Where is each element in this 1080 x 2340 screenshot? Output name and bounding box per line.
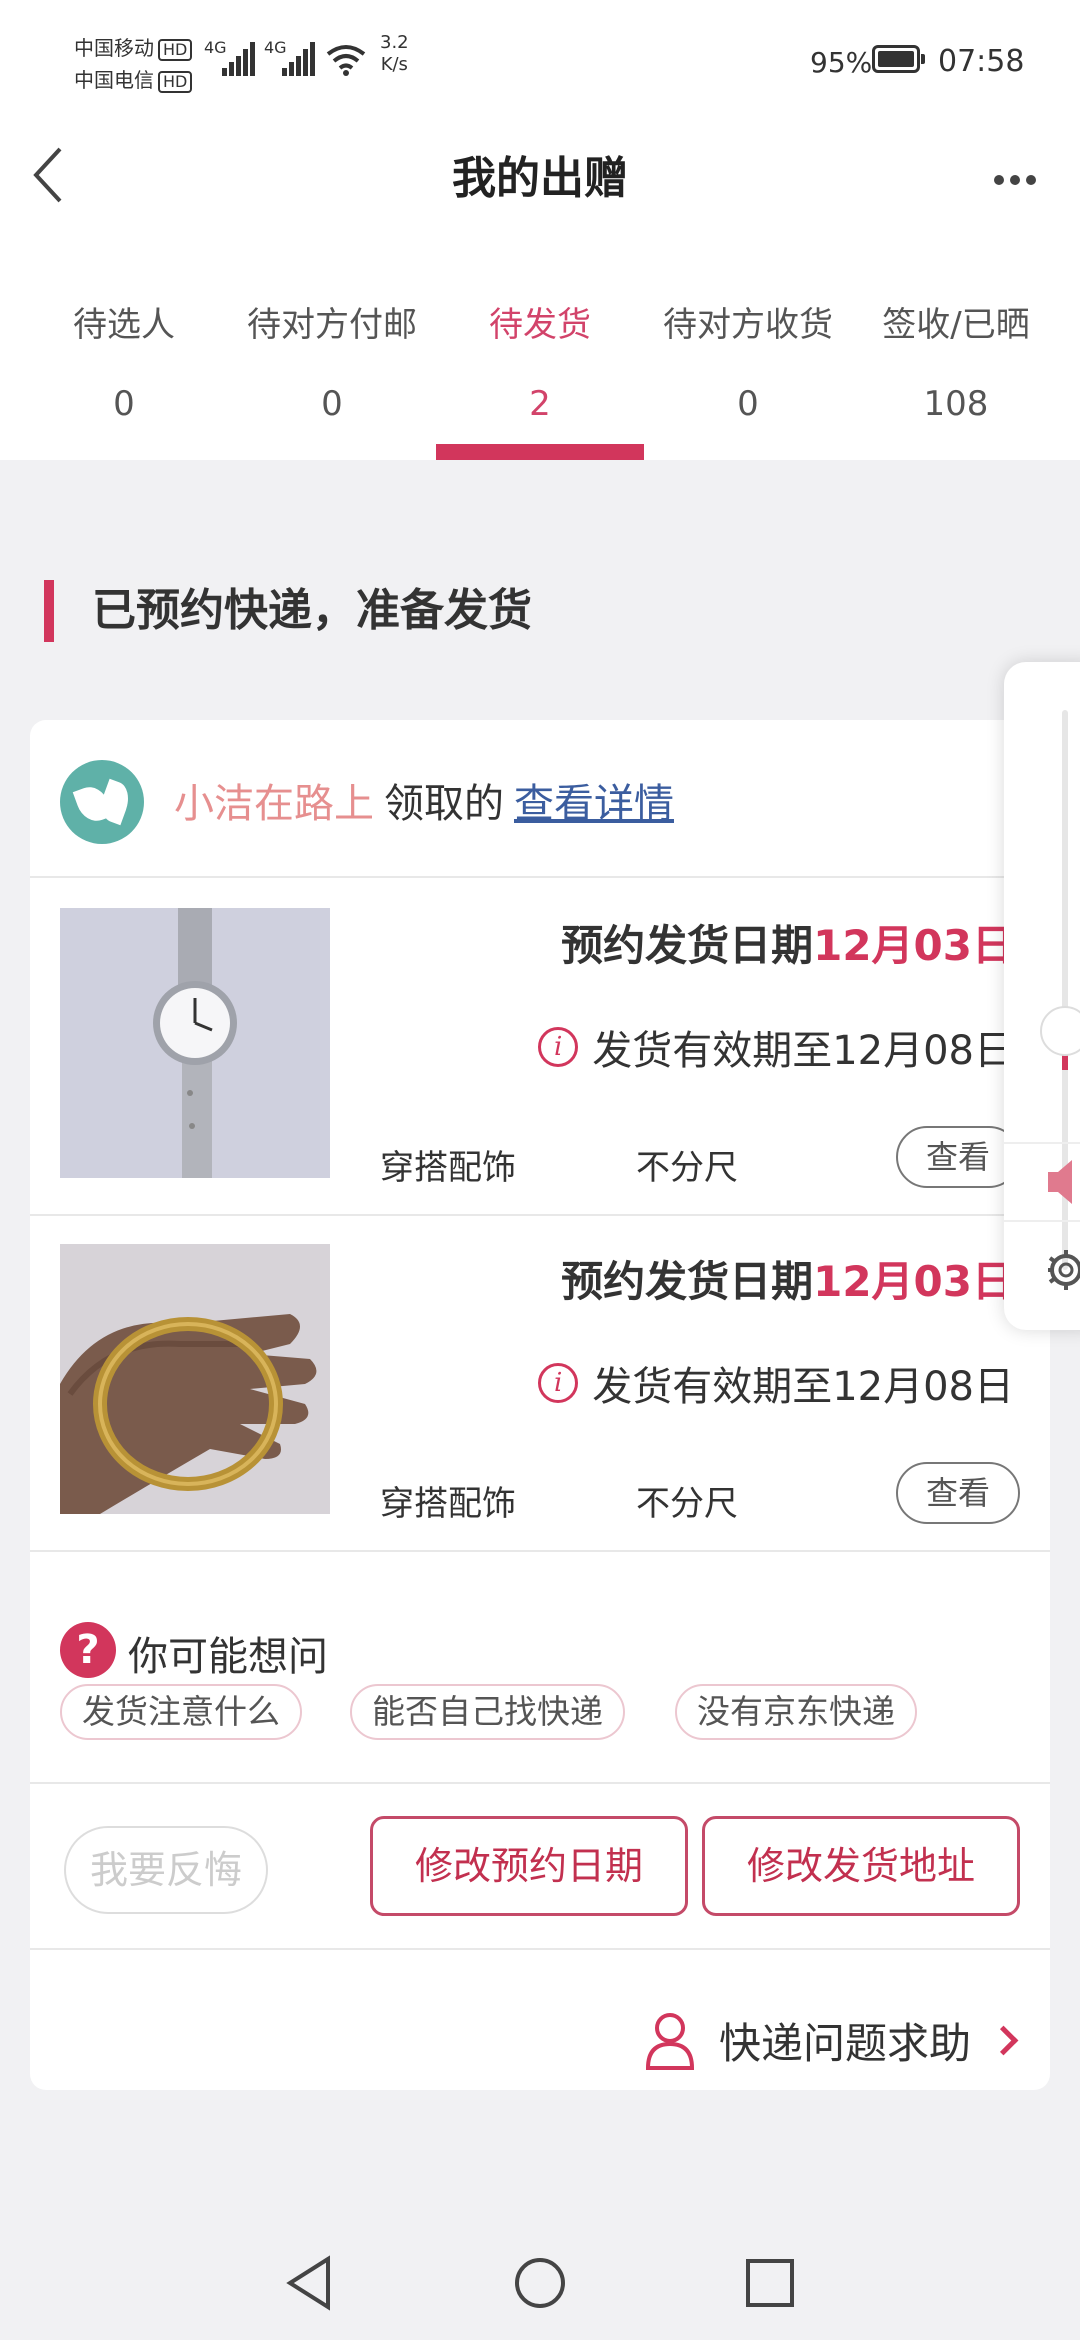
list-item[interactable]: 预约发货日期12月03日 i 发货有效期至12月08日 穿搭配饰 不分尺 查看 bbox=[30, 878, 1050, 1214]
section-title: 已预约快递，准备发货 bbox=[44, 580, 532, 642]
battery-percent: 95% bbox=[810, 46, 873, 79]
item-category: 穿搭配饰 bbox=[380, 1484, 516, 1524]
faq-section: ? 你可能想问 发货注意什么 能否自己找快递 没有京东快递 bbox=[30, 1552, 1050, 1800]
carrier-1: 中国移动 HD bbox=[74, 32, 193, 61]
person-icon bbox=[645, 2012, 694, 2070]
item-category: 穿搭配饰 bbox=[380, 1148, 516, 1188]
expiry-row: i 发货有效期至12月08日 bbox=[538, 1354, 1014, 1412]
faq-chip[interactable]: 没有京东快递 bbox=[675, 1684, 917, 1740]
avatar[interactable] bbox=[60, 760, 144, 844]
tab-pending-receive[interactable]: 待对方收货 0 bbox=[648, 300, 848, 424]
help-row[interactable]: 快递问题求助 bbox=[30, 1950, 1050, 2090]
wristwatch-photo bbox=[60, 908, 330, 1178]
recents-nav-icon[interactable] bbox=[744, 2257, 796, 2309]
giver-name[interactable]: 小洁在路上 bbox=[174, 781, 374, 827]
action-bar: 我要反悔 修改预约日期 修改发货地址 bbox=[30, 1784, 1050, 1944]
gold-bangle-photo bbox=[60, 1244, 330, 1514]
change-address-button[interactable]: 修改发货地址 bbox=[702, 1816, 1020, 1916]
clock: 07:58 bbox=[938, 44, 1025, 79]
view-button[interactable]: 查看 bbox=[896, 1126, 1020, 1188]
info-icon: i bbox=[538, 1363, 579, 1403]
tab-received[interactable]: 签收/已晒 108 bbox=[856, 300, 1056, 424]
gear-icon[interactable] bbox=[1040, 1240, 1080, 1300]
item-size: 不分尺 bbox=[636, 1148, 738, 1188]
signal-icon bbox=[282, 40, 316, 76]
faq-title: 你可能想问 bbox=[128, 1634, 328, 1680]
expiry-row: i 发货有效期至12月08日 bbox=[538, 1018, 1014, 1076]
tab-pending-postage[interactable]: 待对方付邮 0 bbox=[232, 300, 432, 424]
help-label: 快递问题求助 bbox=[718, 2019, 971, 2068]
order-card: 小洁在路上 领取的 查看详情 预约发货日期12月03日 i 发货有效期至12月08日 … bbox=[30, 720, 1050, 2090]
tab-pending-select[interactable]: 待选人 0 bbox=[24, 300, 224, 424]
faq-chip[interactable]: 能否自己找快递 bbox=[350, 1684, 625, 1740]
pickup-date: 预约发货日期12月03日 bbox=[561, 1257, 1014, 1306]
volume-panel[interactable] bbox=[1004, 662, 1080, 1330]
question-icon: ? bbox=[60, 1622, 116, 1678]
carrier-2: 中国电信 HD bbox=[74, 64, 193, 93]
change-date-button[interactable]: 修改预约日期 bbox=[370, 1816, 688, 1916]
faq-chip[interactable]: 发货注意什么 bbox=[60, 1684, 302, 1740]
volume-slider-knob[interactable] bbox=[1040, 1006, 1080, 1056]
divider bbox=[1004, 1220, 1080, 1222]
tab-pending-ship[interactable]: 待发货 2 bbox=[440, 300, 640, 424]
active-tab-indicator bbox=[436, 444, 644, 460]
giver-row: 小洁在路上 领取的 查看详情 bbox=[174, 781, 674, 827]
view-button[interactable]: 查看 bbox=[896, 1462, 1020, 1524]
back-nav-icon[interactable] bbox=[284, 2255, 334, 2311]
view-details-link[interactable]: 查看详情 bbox=[514, 781, 674, 827]
signal-icon bbox=[222, 40, 256, 76]
status-bar: 中国移动 HD 中国电信 HD 4G 4G 3.2 K/s 95% 07:58 bbox=[0, 0, 1080, 125]
chevron-right-icon bbox=[988, 2025, 1019, 2056]
navigation-bar bbox=[0, 2225, 1080, 2340]
home-nav-icon[interactable] bbox=[512, 2255, 568, 2311]
battery-icon bbox=[872, 45, 925, 73]
speaker-icon[interactable] bbox=[1042, 1142, 1080, 1222]
pickup-date: 预约发货日期12月03日 bbox=[561, 921, 1014, 970]
item-size: 不分尺 bbox=[636, 1484, 738, 1524]
list-item[interactable]: 预约发货日期12月03日 i 发货有效期至12月08日 穿搭配饰 不分尺 查看 bbox=[30, 1214, 1050, 1550]
wifi-icon bbox=[326, 45, 366, 76]
network-speed: 3.2 K/s bbox=[380, 32, 409, 75]
more-dots-icon[interactable] bbox=[988, 170, 1036, 189]
regret-button[interactable]: 我要反悔 bbox=[64, 1826, 268, 1914]
info-icon: i bbox=[538, 1027, 579, 1067]
page-title: 我的出赠 bbox=[452, 153, 628, 204]
